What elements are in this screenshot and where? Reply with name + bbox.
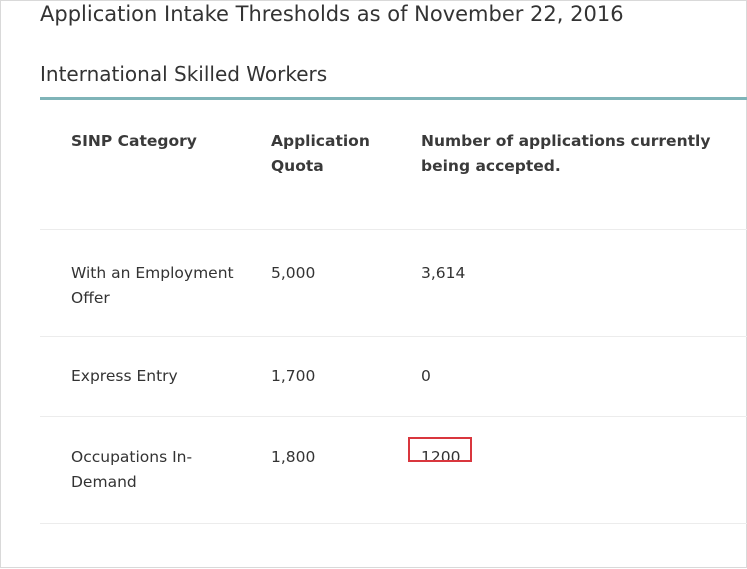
table-header-row: SINP Category Application Quota Number o… [40, 100, 747, 230]
row-divider [40, 523, 747, 524]
cell-category: With an Employment Offer [71, 264, 234, 307]
cell-quota: 1,800 [271, 448, 316, 466]
column-header-category: SINP Category [71, 132, 197, 150]
cell-quota: 1,700 [271, 367, 316, 385]
cell-category: Express Entry [71, 367, 178, 385]
cell-accepted: 3,614 [421, 264, 466, 282]
column-header-accepted: Number of applications currently being a… [421, 132, 711, 175]
column-header-quota: Application Quota [271, 132, 370, 175]
table-row: Express Entry 1,700 0 [40, 337, 747, 417]
highlight-annotation-box [408, 437, 472, 462]
cell-quota: 5,000 [271, 264, 316, 282]
section-title: International Skilled Workers [40, 62, 328, 86]
table-row: With an Employment Offer 5,000 3,614 [40, 230, 747, 337]
next-section-heading-cutoff [40, 557, 280, 569]
cell-accepted: 0 [421, 367, 431, 385]
thresholds-table: SINP Category Application Quota Number o… [40, 100, 747, 524]
cell-category: Occupations In-Demand [71, 448, 193, 491]
table-row: Occupations In-Demand 1,800 1200 [40, 417, 747, 524]
page-title: Application Intake Thresholds as of Nove… [40, 2, 624, 26]
